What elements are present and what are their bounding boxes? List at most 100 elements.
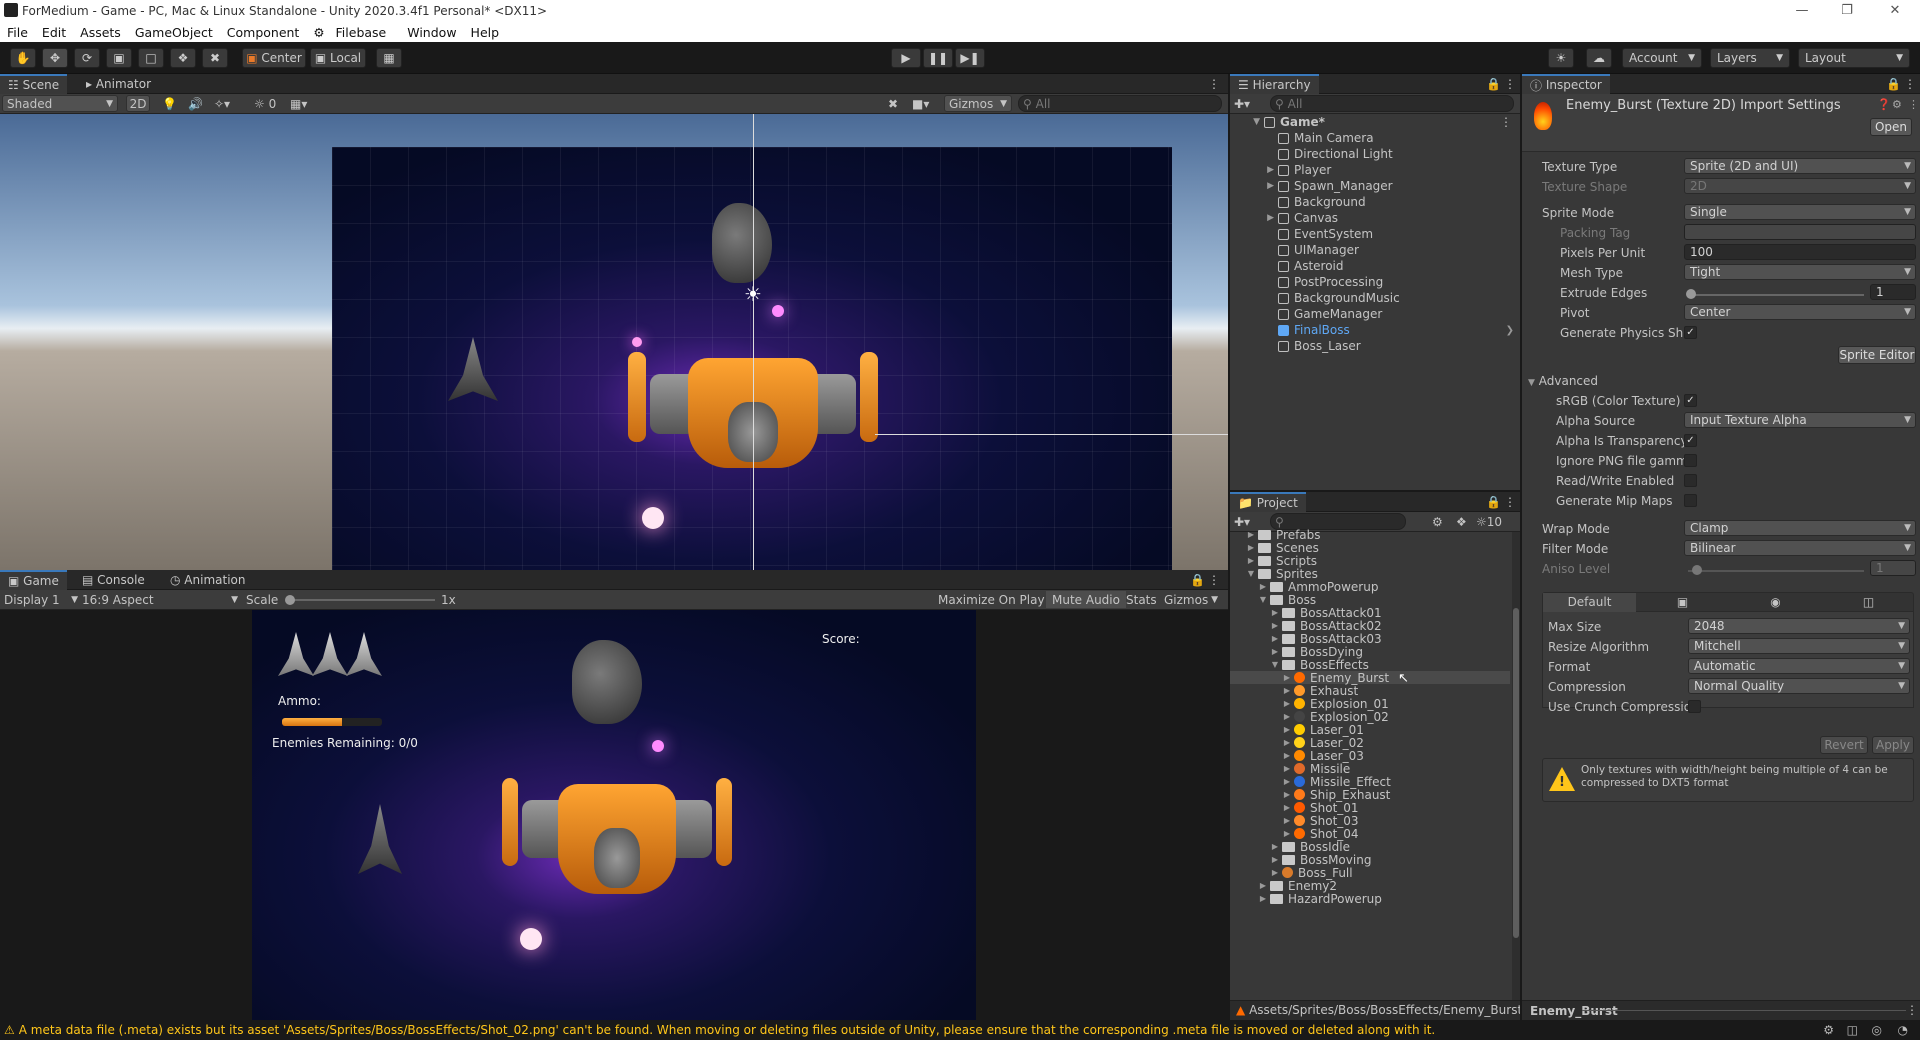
hierarchy-item[interactable]: ▶ Canvas	[1230, 210, 1520, 226]
revert-button[interactable]: Revert	[1820, 736, 1868, 754]
project-item[interactable]: ▶ Laser_01	[1230, 723, 1510, 737]
read-write-checkbox[interactable]	[1684, 474, 1697, 487]
project-item[interactable]: ▶ Ship_Exhaust	[1230, 788, 1510, 802]
move-tool-icon[interactable]: ✥	[42, 48, 68, 68]
pivot-dropdown[interactable]: Center ▼	[1684, 304, 1916, 320]
project-scrollbar[interactable]	[1512, 532, 1520, 1000]
hierarchy-search-input[interactable]: ⚲ All	[1270, 95, 1514, 112]
chevron-right-icon[interactable]: ▶	[1230, 855, 1282, 864]
project-item[interactable]: ▶ AmmoPowerup	[1230, 580, 1510, 594]
platform-tab-android[interactable]: ◉	[1729, 593, 1822, 612]
hand-tool-icon[interactable]: ✋	[10, 48, 36, 68]
hierarchy-item[interactable]: Directional Light	[1230, 146, 1520, 162]
restore-icon[interactable]: ❐	[1832, 1, 1862, 21]
apply-button[interactable]: Apply	[1872, 736, 1914, 754]
project-item[interactable]: ▶ BossDying	[1230, 645, 1510, 659]
display-dropdown[interactable]: Display 1 ▼	[4, 591, 78, 608]
scale-slider-track[interactable]	[290, 599, 435, 601]
hierarchy-item[interactable]: ▶ Spawn_Manager	[1230, 178, 1520, 194]
project-item[interactable]: ▶ Missile_Effect	[1230, 775, 1510, 789]
sprite-mode-dropdown[interactable]: Single ▼	[1684, 204, 1916, 220]
chevron-right-icon[interactable]: ▶	[1230, 751, 1294, 760]
project-item[interactable]: ▶ Boss_Full	[1230, 866, 1510, 880]
stats-toggle[interactable]: Stats	[1120, 591, 1163, 608]
effects-icon[interactable]: ✧▾	[214, 95, 230, 112]
hierarchy-menu-icon[interactable]: ⋮	[1496, 74, 1520, 94]
menu-file[interactable]: File	[0, 25, 35, 40]
project-item[interactable]: ▶ Scripts	[1230, 554, 1510, 568]
menu-assets[interactable]: Assets	[73, 25, 128, 40]
hierarchy-scene-row[interactable]: ▼ Game* ⋮	[1230, 114, 1520, 130]
chevron-right-icon[interactable]: ▶	[1230, 582, 1270, 591]
hierarchy-item[interactable]: UIManager	[1230, 242, 1520, 258]
hidden-objects-toggle[interactable]: ☼ 0	[254, 95, 276, 112]
texture-type-dropdown[interactable]: Sprite (2D and UI) ▼	[1684, 158, 1916, 174]
help-icon[interactable]: ❓	[1877, 98, 1891, 111]
scene-menu-icon[interactable]: ⋮	[1500, 115, 1512, 129]
chevron-right-icon[interactable]: ▶	[1230, 621, 1282, 630]
chevron-right-icon[interactable]: ▶	[1230, 829, 1294, 838]
alpha-source-dropdown[interactable]: Input Texture Alpha ▼	[1684, 412, 1916, 428]
project-item[interactable]: ▶ Exhaust	[1230, 684, 1510, 698]
project-item[interactable]: ▶ BossIdle	[1230, 840, 1510, 854]
scene-search-input[interactable]: ⚲ All	[1018, 95, 1222, 112]
chevron-right-icon[interactable]: ▶	[1230, 543, 1258, 552]
menu-component[interactable]: Component	[220, 25, 307, 40]
menu-gameobject[interactable]: GameObject	[128, 25, 220, 40]
chevron-right-icon[interactable]: ▶	[1230, 699, 1294, 708]
project-item[interactable]: ▶ Shot_01	[1230, 801, 1510, 815]
custom-tool-icon[interactable]: ✖	[202, 48, 228, 68]
gizmos-dropdown[interactable]: Gizmos ▼	[944, 95, 1012, 112]
hierarchy-item[interactable]: Main Camera	[1230, 130, 1520, 146]
project-item[interactable]: ▶ Laser_02	[1230, 736, 1510, 750]
chevron-right-icon[interactable]: ❯	[1506, 325, 1514, 336]
platform-tab-standalone[interactable]: ▣	[1636, 593, 1729, 612]
close-icon[interactable]: ✕	[1880, 1, 1910, 21]
game-menu-icon[interactable]: ⋮	[1200, 570, 1228, 590]
extrude-slider-handle[interactable]	[1686, 289, 1696, 299]
chevron-right-icon[interactable]: ▶	[1230, 790, 1294, 799]
preset-icon[interactable]: ⚙	[1892, 98, 1902, 111]
chevron-right-icon[interactable]: ▶	[1230, 556, 1258, 565]
mode-2d-toggle[interactable]: 2D	[126, 95, 150, 112]
cache-icon[interactable]: ◫	[1847, 1023, 1858, 1037]
grid-icon[interactable]: ▦▾	[290, 95, 307, 112]
tab-inspector[interactable]: ⓘ Inspector	[1522, 74, 1610, 94]
rect-tool-icon[interactable]: □	[138, 48, 164, 68]
crunch-checkbox[interactable]	[1688, 700, 1701, 713]
filter-mode-dropdown[interactable]: Bilinear ▼	[1684, 540, 1916, 556]
platform-tab-default[interactable]: Default	[1543, 593, 1636, 612]
chevron-right-icon[interactable]: ▶	[1230, 165, 1278, 175]
mip-maps-checkbox[interactable]	[1684, 494, 1697, 507]
preview-menu-icon[interactable]: ⋮	[1906, 1003, 1918, 1017]
transform-tool-icon[interactable]: ❖	[170, 48, 196, 68]
advanced-foldout[interactable]: ▼ Advanced	[1528, 374, 1598, 388]
project-item[interactable]: ▼ Boss	[1230, 593, 1510, 607]
cloud-icon[interactable]: ☁	[1586, 48, 1612, 68]
network-icon[interactable]: ◎	[1872, 1023, 1882, 1037]
chevron-down-icon[interactable]: ▼	[1230, 595, 1270, 604]
project-item[interactable]: ▼ Sprites	[1230, 567, 1510, 581]
project-item[interactable]: ▶ Explosion_01	[1230, 697, 1510, 711]
shading-dropdown[interactable]: Shaded ▼	[2, 95, 118, 112]
tab-game[interactable]: ▣ Game	[0, 570, 67, 590]
project-item[interactable]: ▶ Prefabs	[1230, 528, 1510, 542]
chevron-right-icon[interactable]: ▶	[1230, 738, 1294, 747]
minimize-icon[interactable]: —	[1787, 1, 1817, 21]
inspector-preview-bar[interactable]: Enemy_Burst ⋮	[1522, 1000, 1920, 1020]
ppu-input[interactable]: 100	[1684, 244, 1916, 260]
mute-audio-toggle[interactable]: Mute Audio	[1046, 591, 1126, 608]
scale-tool-icon[interactable]: ▣	[106, 48, 132, 68]
tab-scene[interactable]: ☷ Scene	[0, 74, 68, 94]
light-gizmo-icon[interactable]: ☀	[742, 283, 764, 305]
hierarchy-item[interactable]: Boss_Laser	[1230, 338, 1520, 354]
project-menu-icon[interactable]: ⋮	[1496, 492, 1520, 512]
scene-menu-icon[interactable]: ⋮	[1200, 74, 1228, 94]
maximize-on-play-toggle[interactable]: Maximize On Play	[932, 591, 1051, 608]
chevron-down-icon[interactable]: ▼	[1230, 660, 1282, 669]
chevron-right-icon[interactable]: ▶	[1230, 673, 1294, 682]
project-item[interactable]: ▶ BossAttack03	[1230, 632, 1510, 646]
hierarchy-add-button[interactable]: ✚▾	[1234, 95, 1250, 112]
chevron-right-icon[interactable]: ▶	[1230, 777, 1294, 786]
chevron-down-icon[interactable]: ▼	[1230, 569, 1258, 578]
